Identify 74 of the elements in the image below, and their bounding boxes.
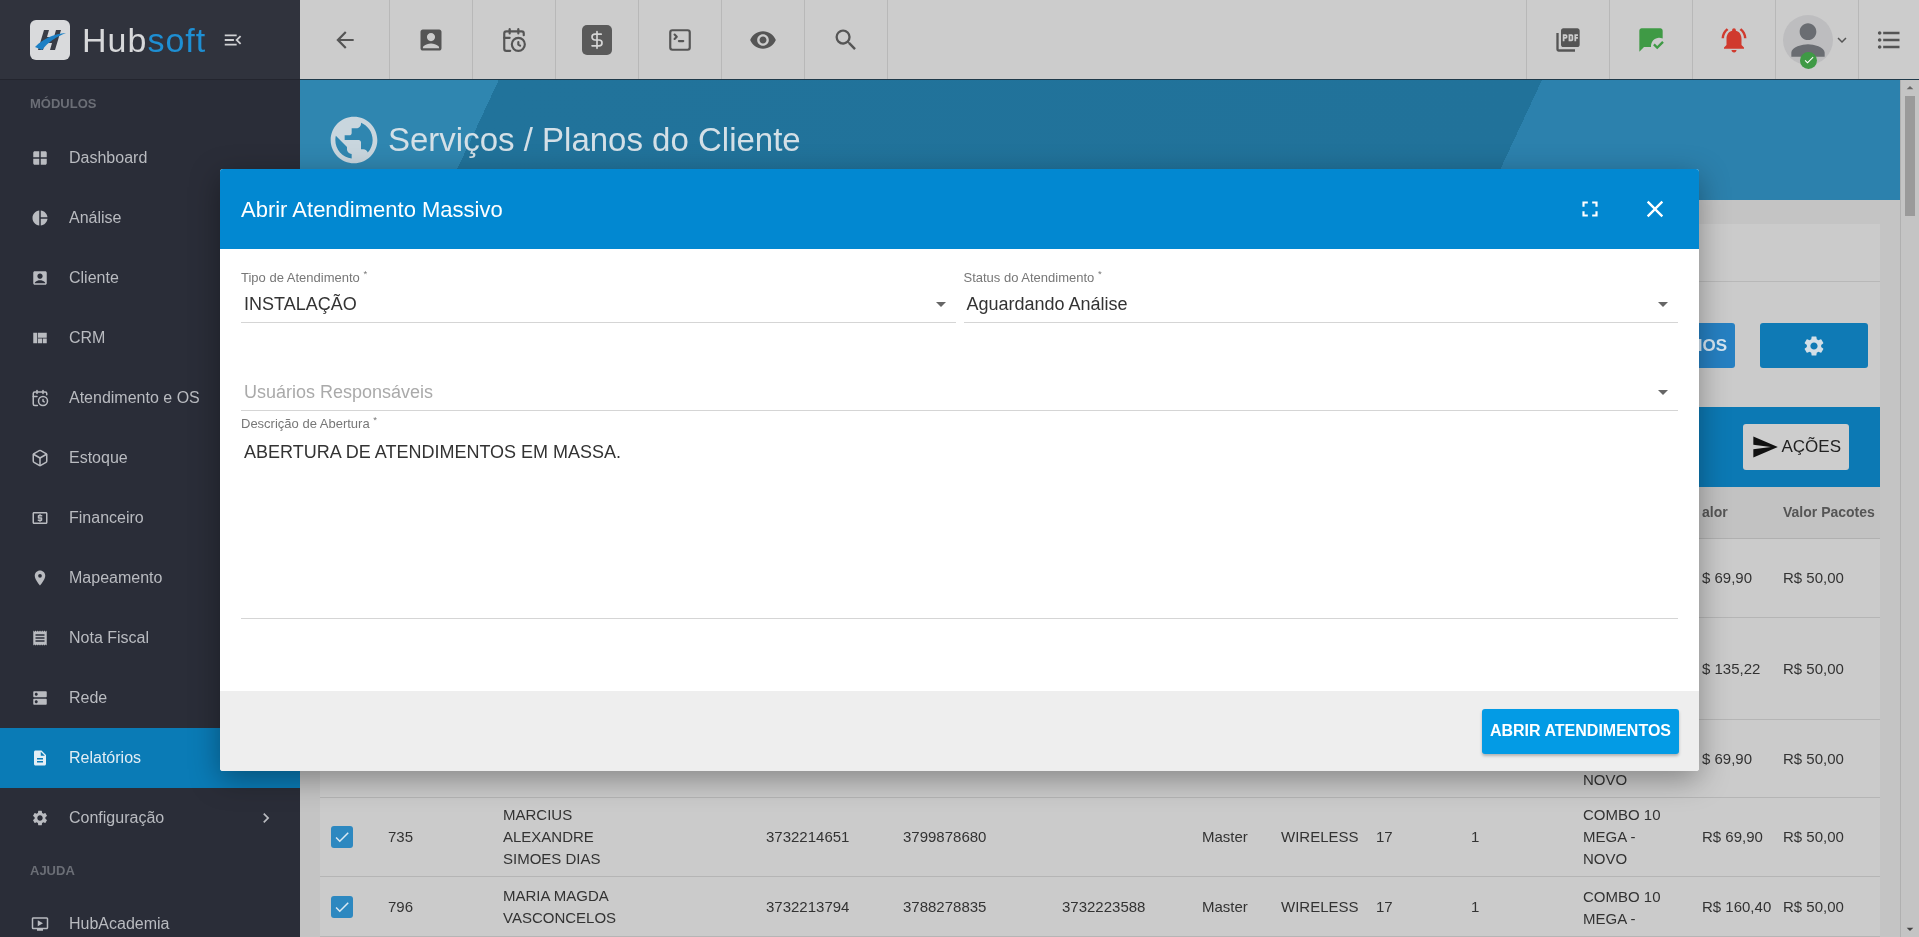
scrollbar-thumb[interactable] <box>1905 96 1915 216</box>
dropdown-arrow-icon <box>935 302 946 307</box>
table-cell-text: 3732213794 <box>766 896 851 917</box>
cube-icon <box>31 449 49 467</box>
banknote-icon <box>31 509 49 527</box>
pie-chart-icon <box>31 209 49 227</box>
table-cell-text: R$ 50,00 <box>1783 896 1845 917</box>
table-cell-text: R$ 50,00 <box>1783 827 1845 847</box>
description-field[interactable]: ABERTURA DE ATENDIMENTOS EM MASSA. <box>241 433 1678 619</box>
table-cell-text: NOVO <box>1583 770 1629 790</box>
document-icon <box>31 749 49 767</box>
table-cell-text: 17 <box>1376 827 1394 847</box>
table-cell-text: $ 69,90 <box>1702 748 1754 769</box>
sidebar-item[interactable]: Configuração <box>0 788 300 848</box>
table-cell-text: R$ 50,00 <box>1783 748 1845 769</box>
table-cell-text: R$ 50,00 <box>1783 568 1845 588</box>
table-cell-text: 3788278835 <box>903 896 988 917</box>
column-header: alor <box>1702 503 1729 522</box>
logo-icon <box>30 19 70 60</box>
table-cell-text: WIRELESS <box>1281 896 1360 917</box>
chat-check-icon[interactable] <box>1637 25 1665 54</box>
table-cell-text: R$ 160,40 <box>1702 896 1773 917</box>
calendar-clock-icon[interactable] <box>501 26 527 53</box>
grid-icon <box>31 149 49 167</box>
scrollbar[interactable] <box>1900 80 1919 937</box>
table-cell-text: 3732223588 <box>1062 896 1147 917</box>
table-cell-text: 1 <box>1471 827 1481 847</box>
terminal-icon[interactable] <box>667 26 693 53</box>
dropdown-arrow-icon <box>1658 302 1668 307</box>
video-icon <box>31 915 49 933</box>
row-checkbox[interactable] <box>331 826 353 848</box>
row-checkbox[interactable] <box>331 895 353 918</box>
section-heading: MÓDULOS <box>30 95 97 114</box>
page-title: Serviços / Planos do Cliente <box>388 120 801 161</box>
dollar-icon[interactable] <box>582 24 612 55</box>
receipt-icon <box>31 629 49 647</box>
table-cell-text: Master <box>1202 827 1249 847</box>
table-cell-text: $ 69,90 <box>1702 568 1754 588</box>
field-label: Status do Atendimento $^{*}$ <box>963 269 1103 287</box>
table-cell-text: R$ 69,90 <box>1702 827 1764 847</box>
sidebar-item[interactable]: Rede <box>0 668 300 728</box>
table-cell-text: 3732214651 <box>766 827 851 847</box>
table-cell-text: 1 <box>1471 896 1481 917</box>
modal-title: Abrir Atendimento Massivo <box>241 195 504 224</box>
settings-icon <box>31 809 49 827</box>
field-label: Tipo de Atendimento $^{*}$ <box>241 269 369 287</box>
calendar-clock-icon <box>31 389 49 407</box>
table-cell-text: 17 <box>1376 896 1394 917</box>
actions-button[interactable]: AÇÕES <box>1743 424 1849 470</box>
select-field[interactable]: Aguardando Análise <box>963 287 1678 323</box>
logo-text: Hubsoft <box>82 22 207 57</box>
dropdown-arrow-icon <box>1658 390 1668 395</box>
table-cell-text: COMBO 10 MEGA - NOVO <box>1583 805 1662 869</box>
contact-card-icon <box>31 269 49 287</box>
sidebar-item[interactable]: HubAcademia <box>0 894 300 937</box>
settings-button[interactable] <box>1760 323 1868 368</box>
gear-icon <box>1802 333 1826 358</box>
table-cell-text: 3799878680 <box>903 827 988 847</box>
table-cell-text: MARCIUS ALEXANDRE SIMOES DIAS <box>503 805 602 869</box>
server-icon <box>31 689 49 707</box>
table-cell-text: $ 135,22 <box>1702 658 1762 679</box>
pdf-file-icon[interactable] <box>1554 25 1582 54</box>
column-header: Valor Pacotes <box>1783 503 1876 522</box>
table-cell-text: 735 <box>388 827 415 847</box>
table-cell-text: R$ 50,00 <box>1783 658 1845 679</box>
table-cell-text: Master <box>1202 896 1249 917</box>
table-cell-text: MARIA MAGDA VASCONCELOS <box>503 885 618 928</box>
table-cell-text: WIRELESS <box>1281 827 1360 847</box>
table-cell-text: COMBO 10 MEGA - <box>1583 887 1662 929</box>
sidebar-item[interactable]: Dashboard <box>0 128 300 188</box>
table-cell-text: 796 <box>388 896 415 917</box>
field-label: Descrição de Abertura $^{*}$ <box>241 415 379 433</box>
section-heading: AJUDA <box>30 862 75 881</box>
select-field[interactable]: INSTALAÇÃO <box>241 287 956 323</box>
